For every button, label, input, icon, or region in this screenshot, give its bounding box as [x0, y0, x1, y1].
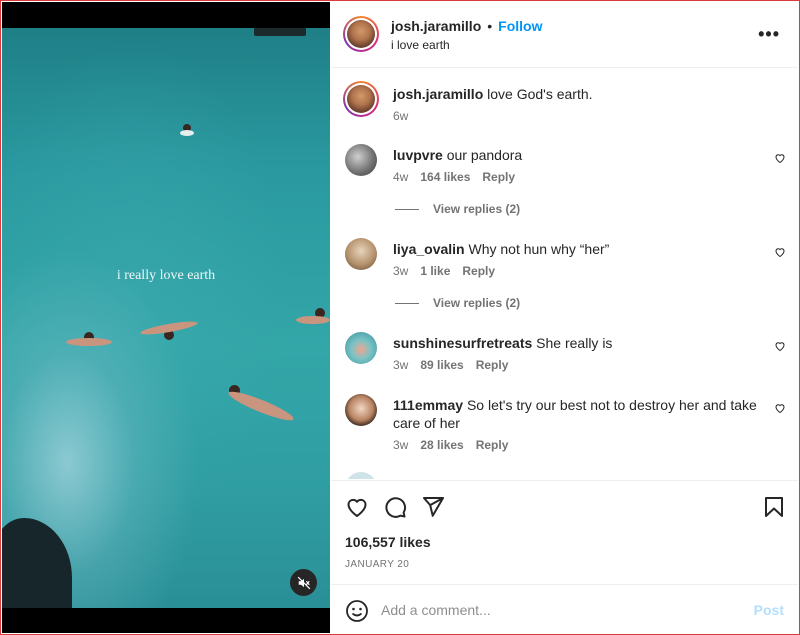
follow-button[interactable]: Follow — [498, 18, 542, 34]
comment-age[interactable]: 3w — [393, 264, 408, 278]
caption-username[interactable]: josh.jaramillo — [393, 86, 483, 102]
caption-body: love God's earth. — [487, 86, 593, 102]
avatar[interactable] — [345, 472, 377, 479]
post-date[interactable]: JANUARY 20 — [345, 559, 409, 570]
mute-button[interactable] — [290, 569, 317, 596]
comment-meta: 4w 164 likes Reply — [393, 170, 527, 184]
comment-username[interactable]: liya_ovalin — [393, 241, 465, 257]
view-replies-label: View replies (2) — [433, 296, 521, 310]
video-frame[interactable] — [2, 28, 330, 608]
heart-icon[interactable] — [774, 402, 786, 414]
view-replies-label: View replies (2) — [433, 202, 521, 216]
avatar[interactable] — [345, 144, 377, 176]
comment-username[interactable]: 111emmay — [393, 397, 463, 413]
view-replies-button[interactable]: View replies (2) — [395, 296, 520, 310]
comment-icon[interactable] — [383, 495, 407, 519]
comment-age[interactable]: 4w — [393, 170, 408, 184]
comment-text: sunshinesurfretreats She really is — [393, 334, 763, 352]
caption-meta: 6w — [393, 109, 420, 123]
comment-body: Why not hun why “her” — [468, 241, 610, 257]
share-icon[interactable] — [421, 495, 445, 519]
comment-text: 111emmay So let's try our best not to de… — [393, 396, 763, 432]
heart-icon[interactable] — [345, 495, 369, 519]
header-username[interactable]: josh.jaramillo — [391, 18, 481, 34]
heart-icon[interactable] — [774, 246, 786, 258]
post-header: josh.jaramillo • Follow i love earth ••• — [331, 2, 798, 68]
avatar[interactable] — [345, 332, 377, 364]
comment-text: luvpvre our pandora — [393, 146, 763, 164]
swimmer — [296, 316, 330, 324]
divider — [395, 303, 419, 305]
heart-icon[interactable] — [774, 152, 786, 164]
caption-text: josh.jaramillo love God's earth. — [393, 85, 763, 103]
more-options-button[interactable]: ••• — [758, 24, 780, 45]
comment-meta: 3w 1 like Reply — [393, 264, 507, 278]
comment-likes[interactable]: 1 like — [420, 264, 450, 278]
avatar[interactable] — [343, 81, 379, 117]
post-actions: 106,557 likes JANUARY 20 — [331, 480, 798, 584]
comment-age[interactable]: 3w — [393, 358, 408, 372]
bookmark-icon[interactable] — [762, 495, 786, 519]
avatar[interactable] — [345, 394, 377, 426]
mute-icon — [297, 576, 310, 589]
comment-likes[interactable]: 89 likes — [420, 358, 463, 372]
comment-body: our pandora — [446, 147, 523, 163]
reply-button[interactable]: Reply — [462, 264, 495, 278]
swimmer — [226, 387, 296, 425]
dot-separator: • — [487, 18, 493, 34]
avatar[interactable] — [345, 238, 377, 270]
rock-decoration — [254, 28, 306, 36]
reply-button[interactable]: Reply — [482, 170, 515, 184]
comment-composer: Post — [331, 584, 798, 633]
comment-input[interactable] — [381, 597, 741, 623]
video-caption: i really love earth — [116, 268, 216, 283]
video-player[interactable]: i really love earth — [2, 2, 330, 633]
divider — [395, 209, 419, 211]
header-subtitle[interactable]: i love earth — [391, 38, 450, 52]
comment-text: liya_ovalin Why not hun why “her” — [393, 240, 763, 258]
comments-list[interactable]: josh.jaramillo love God's earth. 6w luvp… — [331, 69, 798, 479]
caption-age[interactable]: 6w — [393, 109, 408, 123]
post-button[interactable]: Post — [754, 602, 784, 618]
comment-age[interactable]: 3w — [393, 438, 408, 452]
header-user-line: josh.jaramillo • Follow — [391, 18, 542, 34]
swimmer — [180, 130, 194, 136]
reply-button[interactable]: Reply — [476, 438, 509, 452]
emoji-icon[interactable] — [345, 599, 369, 623]
comment-likes[interactable]: 164 likes — [420, 170, 470, 184]
avatar[interactable] — [343, 16, 379, 52]
comment-likes[interactable]: 28 likes — [420, 438, 463, 452]
view-replies-button[interactable]: View replies (2) — [395, 202, 520, 216]
comment-username[interactable]: luvpvre — [393, 147, 443, 163]
reply-button[interactable]: Reply — [476, 358, 509, 372]
more-icon: ••• — [758, 24, 780, 44]
comment-body: She really is — [536, 335, 613, 351]
swimmer — [66, 338, 112, 346]
post-details-panel: josh.jaramillo • Follow i love earth ••• j… — [331, 2, 798, 633]
comment-meta: 3w 28 likes Reply — [393, 438, 520, 452]
comment-meta: 3w 89 likes Reply — [393, 358, 520, 372]
heart-icon[interactable] — [774, 340, 786, 352]
likes-count[interactable]: 106,557 likes — [345, 534, 431, 550]
rock-decoration — [2, 518, 72, 608]
comment-username[interactable]: sunshinesurfretreats — [393, 335, 532, 351]
